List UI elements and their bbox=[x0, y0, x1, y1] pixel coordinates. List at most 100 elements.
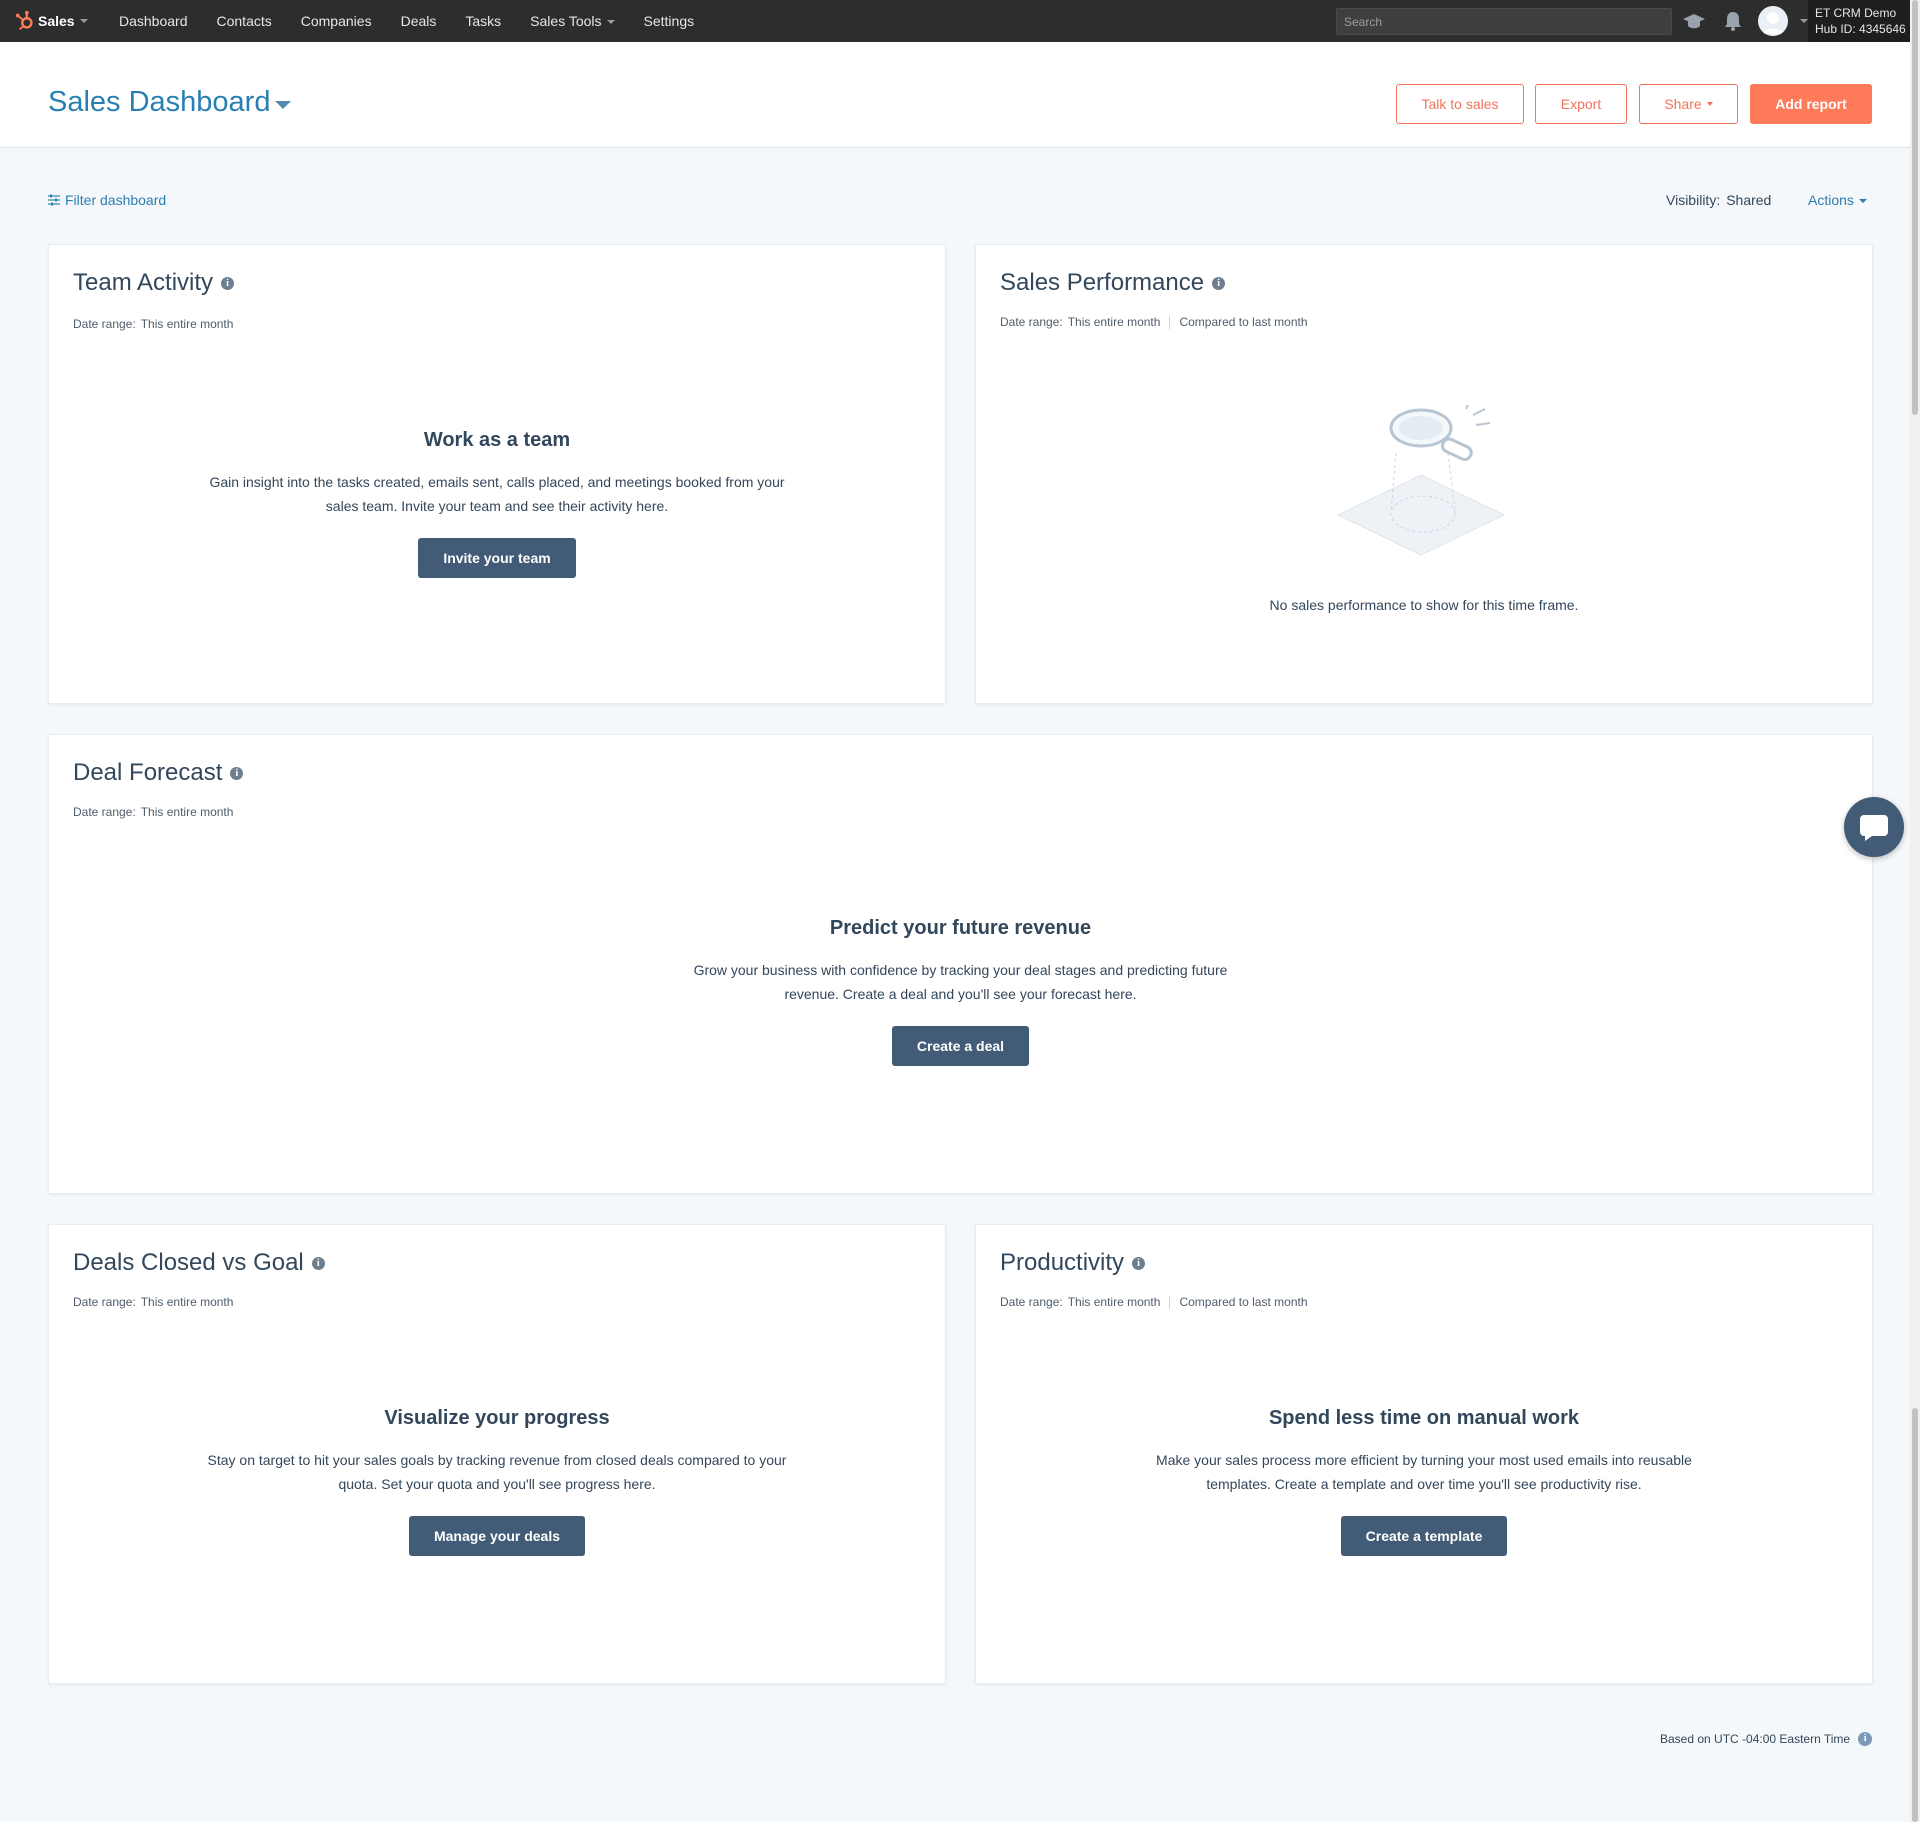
account-menu[interactable]: ET CRM Demo Hub ID: 4345646 bbox=[1808, 0, 1920, 42]
account-name: ET CRM Demo bbox=[1815, 6, 1897, 20]
chat-widget-button[interactable] bbox=[1844, 797, 1904, 857]
scrollbar[interactable] bbox=[1910, 0, 1920, 1822]
nav-item-dashboard[interactable]: Dashboard bbox=[119, 13, 188, 29]
hub-id: Hub ID: 4345646 bbox=[1815, 22, 1906, 36]
empty-state: Spend less time on manual work Make your… bbox=[976, 1407, 1872, 1556]
date-range-label: Date range: bbox=[73, 1295, 136, 1309]
chevron-down-icon bbox=[606, 20, 615, 25]
empty-state-heading: Predict your future revenue bbox=[829, 917, 1092, 939]
sales-performance-card: Sales Performance i Date range: This entir… bbox=[975, 244, 1873, 704]
empty-state-heading: Work as a team bbox=[423, 429, 571, 451]
date-range: Date range: This entire month bbox=[73, 1295, 233, 1309]
date-range: Date range: This entire month Compared to … bbox=[1000, 1295, 1308, 1310]
dashboard-switcher-chevron-icon[interactable] bbox=[275, 101, 291, 109]
nav-item-settings[interactable]: Settings bbox=[644, 13, 695, 29]
brand-menu[interactable]: Sales bbox=[14, 10, 106, 32]
info-icon[interactable]: i bbox=[221, 277, 235, 291]
export-button[interactable]: Export bbox=[1535, 84, 1627, 124]
nav-item-companies[interactable]: Companies bbox=[301, 13, 372, 29]
share-button[interactable]: Share bbox=[1639, 84, 1738, 124]
search-input[interactable] bbox=[1336, 8, 1672, 35]
empty-state-description: Make your sales process more efficient b… bbox=[1156, 1452, 1692, 1492]
create-template-button[interactable]: Create a template bbox=[1340, 1516, 1508, 1556]
avatar[interactable] bbox=[1758, 6, 1788, 36]
deals-closed-vs-goal-card: Deals Closed vs Goal i Date range: This en… bbox=[48, 1224, 946, 1684]
info-icon[interactable]: i bbox=[1132, 1257, 1146, 1271]
empty-state: Work as a team Gain insight into the tas… bbox=[49, 429, 945, 578]
visibility-label: Visibility: bbox=[1666, 192, 1721, 208]
info-icon[interactable]: i bbox=[1858, 1732, 1873, 1746]
invite-team-button[interactable]: Invite your team bbox=[418, 538, 576, 578]
date-range-value: This entire month bbox=[1067, 1295, 1161, 1309]
date-range: Date range: This entire month bbox=[73, 805, 233, 819]
nav-menu: Dashboard Contacts Companies Deals Tasks… bbox=[119, 13, 723, 29]
nav-item-label: Sales Tools bbox=[530, 13, 602, 29]
card-title: Team Activity i bbox=[73, 269, 235, 297]
date-range-value: This entire month bbox=[140, 805, 234, 819]
scrollbar-thumb[interactable] bbox=[1912, 0, 1918, 415]
nav-item-sales-tools[interactable]: Sales Tools bbox=[530, 13, 615, 29]
nav-item-contacts[interactable]: Contacts bbox=[217, 13, 272, 29]
empty-state-heading: Spend less time on manual work bbox=[1268, 1407, 1580, 1429]
date-range-label: Date range: bbox=[73, 317, 136, 331]
chevron-down-icon bbox=[1858, 199, 1867, 204]
nav-item-deals[interactable]: Deals bbox=[401, 13, 437, 29]
visibility-value: Shared bbox=[1726, 192, 1772, 208]
add-report-button[interactable]: Add report bbox=[1750, 84, 1872, 124]
sprocket-logo-icon bbox=[15, 10, 33, 30]
actions-dropdown[interactable]: Actions bbox=[1808, 192, 1867, 208]
card-title-text: Deals Closed vs Goal bbox=[73, 1249, 304, 1276]
card-title: Productivity i bbox=[1000, 1249, 1146, 1277]
card-title: Deal Forecast i bbox=[73, 759, 244, 787]
timezone-label: Based on UTC -04:00 Eastern Time bbox=[1660, 1732, 1851, 1746]
magnifying-glass-illustration-icon bbox=[1336, 405, 1506, 556]
chevron-down-icon bbox=[1706, 102, 1713, 106]
manage-deals-button[interactable]: Manage your deals bbox=[408, 1516, 586, 1556]
date-range: Date range: This entire month bbox=[73, 317, 233, 331]
date-range-value: This entire month bbox=[140, 1295, 234, 1309]
scrollbar-thumb[interactable] bbox=[1912, 1408, 1918, 1822]
page-header: Sales Dashboard Talk to sales Export Sha… bbox=[0, 42, 1910, 148]
date-range-label: Date range: bbox=[1000, 315, 1063, 329]
empty-state: Predict your future revenue Grow your bu… bbox=[49, 917, 1872, 1066]
actions-label: Actions bbox=[1808, 192, 1854, 208]
card-title-text: Team Activity bbox=[73, 269, 214, 296]
empty-state-description: Stay on target to hit your sales goals b… bbox=[207, 1452, 787, 1492]
nav-item-tasks[interactable]: Tasks bbox=[465, 13, 501, 29]
divider bbox=[1169, 1296, 1171, 1310]
deal-forecast-card: Deal Forecast i Date range: This entire mo… bbox=[48, 734, 1873, 1194]
user-icon bbox=[1762, 12, 1784, 34]
card-title-text: Productivity bbox=[1000, 1249, 1125, 1276]
chevron-down-icon bbox=[79, 19, 88, 23]
card-title-text: Sales Performance bbox=[1000, 269, 1205, 296]
chat-bubble-icon bbox=[1860, 815, 1888, 841]
share-label: Share bbox=[1664, 96, 1702, 112]
compare-label: Compared to last month bbox=[1179, 315, 1308, 329]
card-title: Sales Performance i bbox=[1000, 269, 1226, 297]
bell-icon[interactable] bbox=[1721, 10, 1745, 32]
empty-state-message: No sales performance to show for this ti… bbox=[1269, 597, 1579, 613]
team-activity-card: Team Activity i Date range: This entire mo… bbox=[48, 244, 946, 704]
compare-label: Compared to last month bbox=[1179, 1295, 1308, 1309]
chevron-down-icon[interactable] bbox=[1800, 19, 1808, 23]
filter-dashboard-link[interactable]: Filter dashboard bbox=[48, 192, 166, 208]
date-range-value: This entire month bbox=[1067, 315, 1161, 329]
empty-state: Visualize your progress Stay on target t… bbox=[49, 1407, 945, 1556]
date-range-label: Date range: bbox=[1000, 1295, 1063, 1309]
empty-state-description: Gain insight into the tasks created, ema… bbox=[209, 474, 785, 514]
card-title: Deals Closed vs Goal i bbox=[73, 1249, 325, 1277]
brand-label: Sales bbox=[38, 13, 75, 29]
sliders-icon bbox=[48, 194, 60, 206]
card-title-text: Deal Forecast bbox=[73, 759, 223, 786]
info-icon[interactable]: i bbox=[230, 767, 244, 781]
info-icon[interactable]: i bbox=[1212, 277, 1226, 291]
empty-state-heading: Visualize your progress bbox=[384, 1407, 610, 1429]
info-icon[interactable]: i bbox=[311, 1257, 325, 1271]
date-range-label: Date range: bbox=[73, 805, 136, 819]
talk-to-sales-button[interactable]: Talk to sales bbox=[1396, 84, 1524, 124]
date-range: Date range: This entire month Compared to … bbox=[1000, 315, 1308, 330]
create-deal-button[interactable]: Create a deal bbox=[891, 1026, 1030, 1066]
academy-icon[interactable] bbox=[1682, 10, 1706, 32]
empty-state-description: Grow your business with confidence by tr… bbox=[693, 962, 1228, 1002]
page-title[interactable]: Sales Dashboard bbox=[48, 86, 270, 119]
